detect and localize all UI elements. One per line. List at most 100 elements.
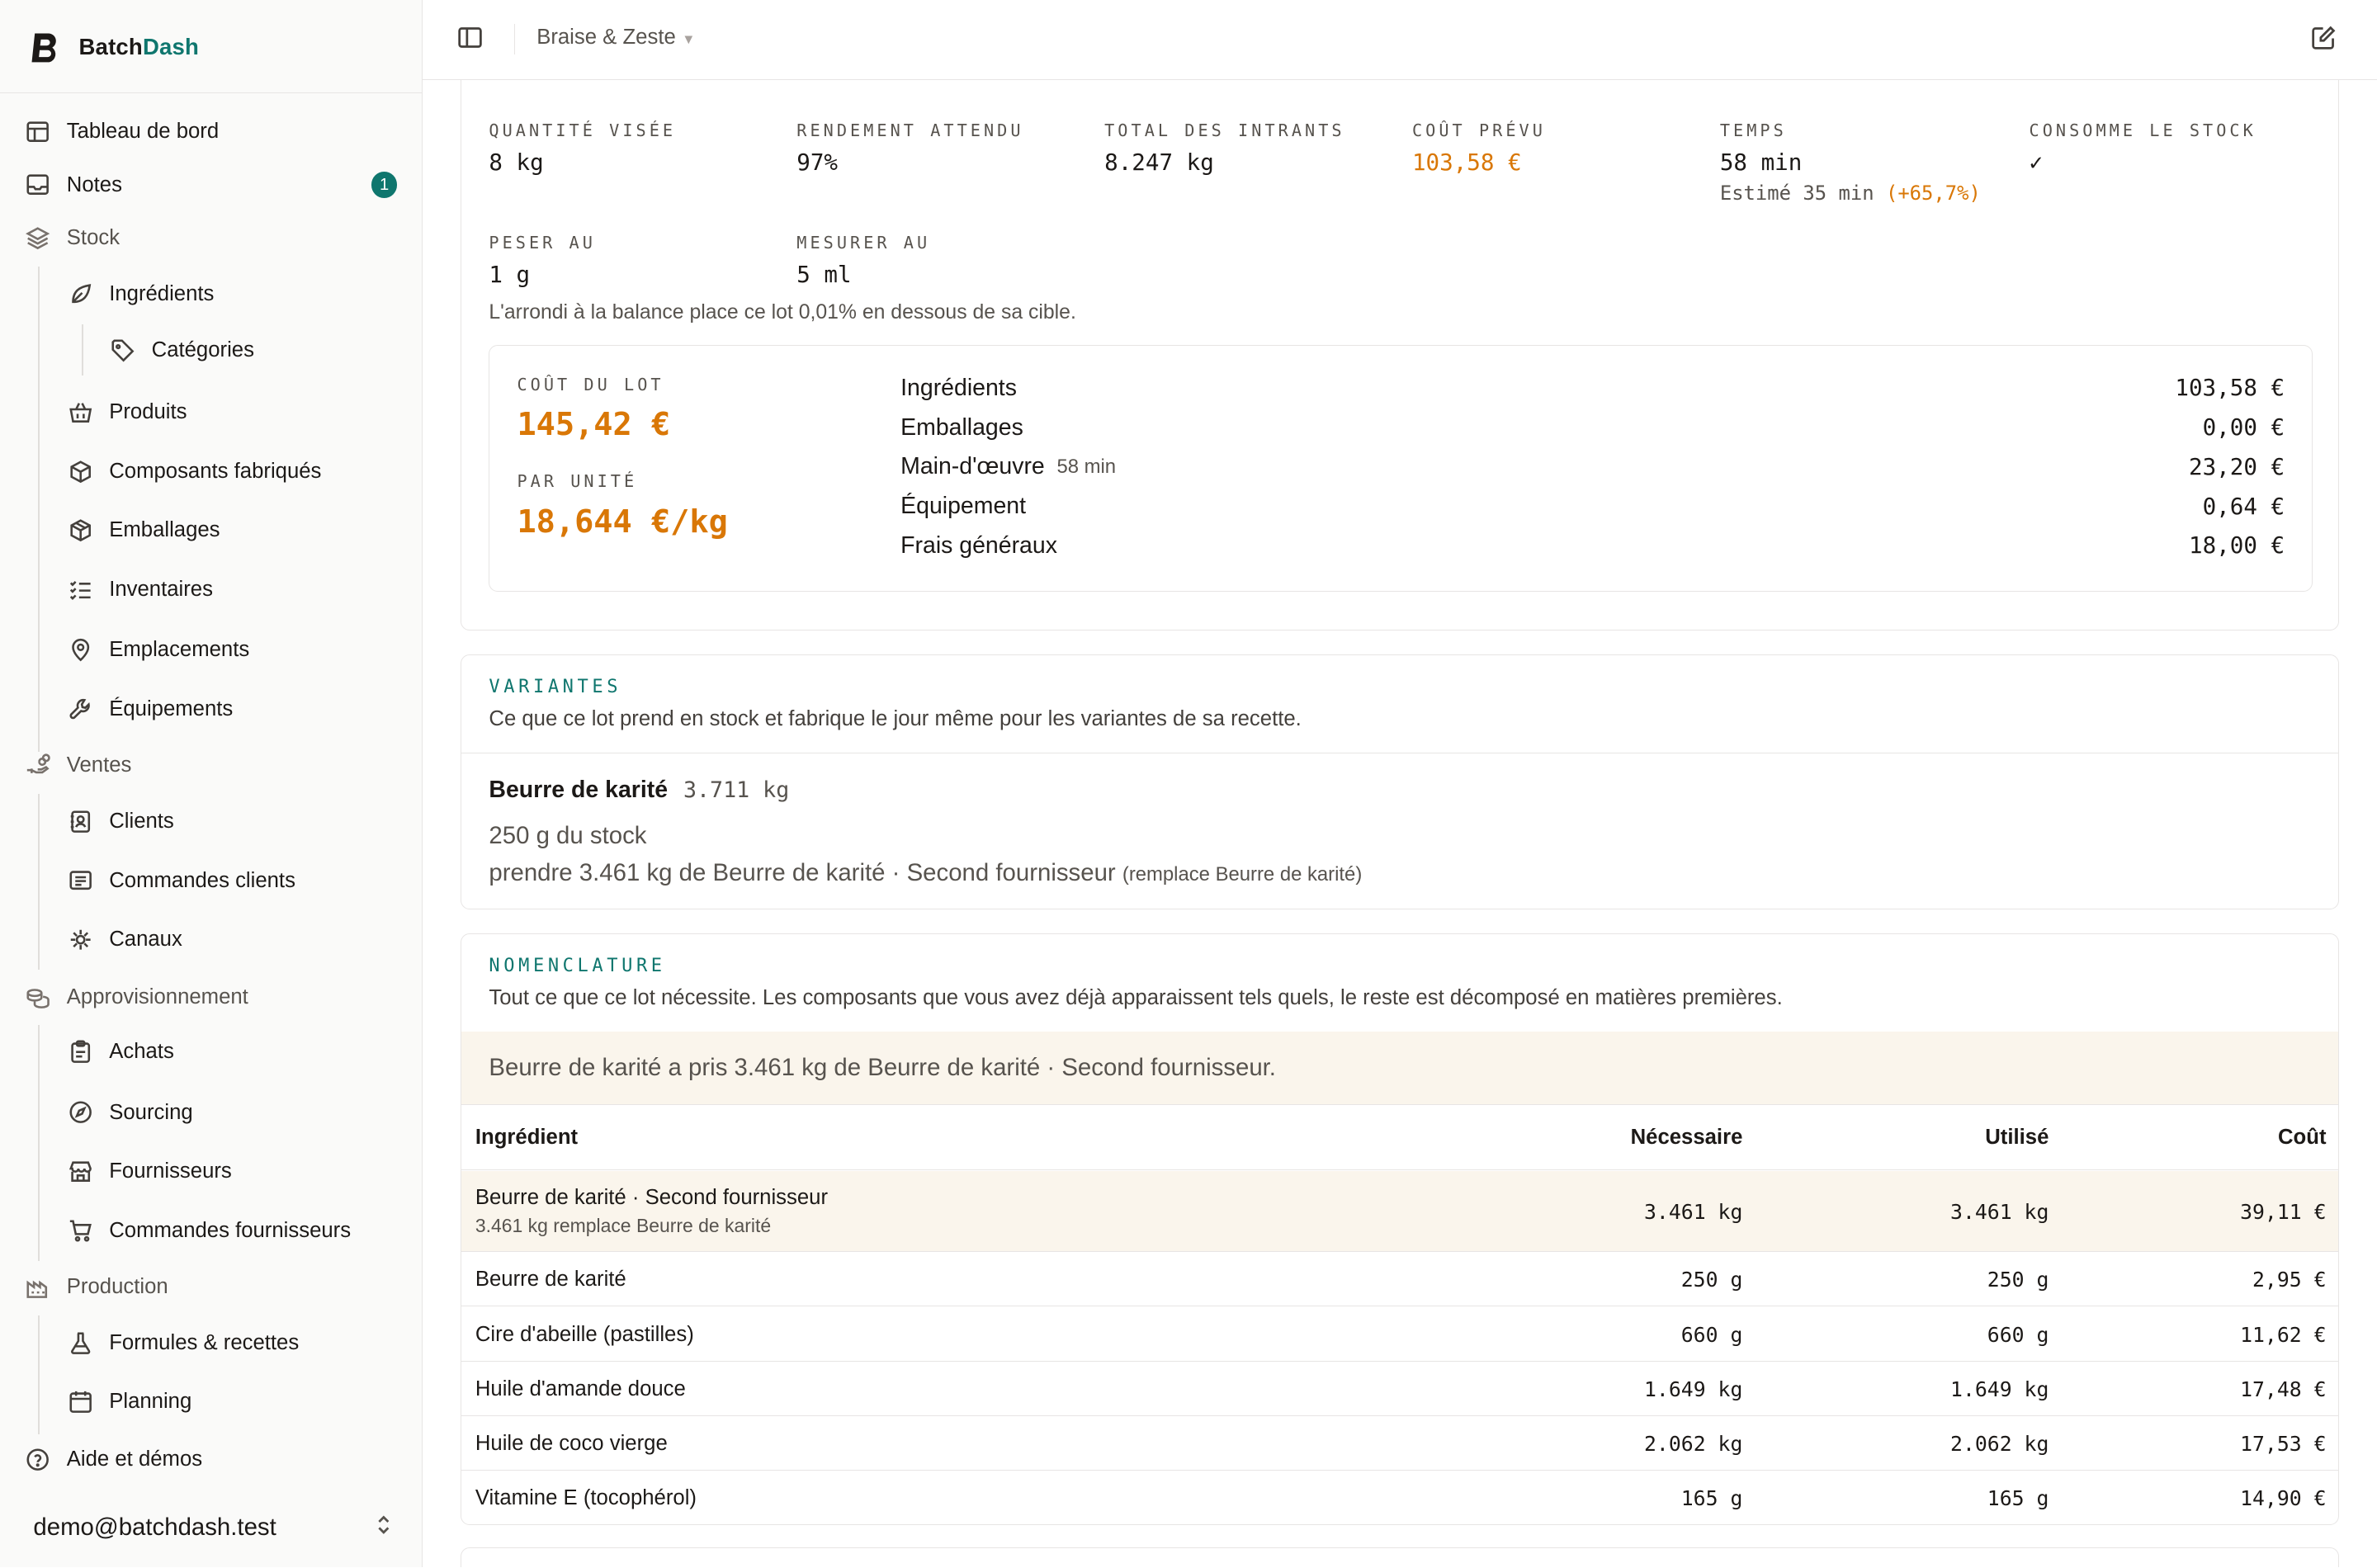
sidebar-item-sourcing[interactable]: Sourcing — [67, 1090, 397, 1136]
sidebar-item-fournisseurs[interactable]: Fournisseurs — [67, 1149, 397, 1194]
sidebar-item-label: Produits — [109, 400, 187, 424]
sidebar-group-approvisionnement[interactable]: Approvisionnement — [24, 975, 397, 1020]
inbox-icon — [24, 172, 51, 199]
rounding-note: L'arrondi à la balance place ce lot 0,01… — [489, 300, 1076, 324]
sidebar-item-ingredients[interactable]: Ingrédients — [67, 272, 397, 317]
sidebar-item-formules-recettes[interactable]: Formules & recettes — [67, 1320, 397, 1366]
clipboard-icon — [67, 1038, 94, 1065]
ingredient-name: Beurre de karité · Second fournisseur — [475, 1186, 829, 1210]
sidebar-item-aide-demos[interactable]: Aide et démos — [24, 1437, 397, 1482]
brand-logo-icon — [31, 33, 56, 63]
sidebar-item-inventaires[interactable]: Inventaires — [67, 567, 397, 612]
cost-breakdown-box: COÛT DU LOT 145,42 € PAR UNITÉ 18,644 €/… — [489, 344, 2313, 593]
needed-value: 1.649 kg — [1644, 1377, 1743, 1401]
table-row[interactable]: Vitamine E (tocophérol) 165 g 165 g 14,9… — [461, 1471, 2338, 1523]
cost-row-main-oeuvre: Main-d'œuvre 58 min 23,20 € — [900, 453, 2285, 480]
sidebar-item-commandes-fournisseurs[interactable]: Commandes fournisseurs — [67, 1208, 397, 1254]
brand-name: BatchDash — [78, 33, 200, 59]
used-value: 250 g — [1987, 1268, 2049, 1292]
used-value: 1.649 kg — [1950, 1377, 2049, 1401]
sidebar-item-label: Catégories — [151, 338, 254, 361]
cube-icon — [67, 458, 94, 485]
sidebar-item-canaux[interactable]: Canaux — [67, 917, 397, 962]
sidebar-item-tableau-de-bord[interactable]: Tableau de bord — [24, 109, 397, 154]
dashboard-icon — [24, 118, 51, 145]
map-pin-icon — [67, 636, 94, 664]
sidebar: BatchDash Tableau de bord Notes 1 Stock — [0, 0, 423, 1568]
table-row[interactable]: Beurre de karité 250 g 250 g 2,95 € — [461, 1253, 2339, 1307]
sidebar-item-categories[interactable]: Catégories — [109, 328, 397, 373]
factory-icon — [24, 1273, 51, 1301]
sidebar-item-label: Formules & recettes — [109, 1330, 300, 1354]
sidebar-toggle-icon[interactable] — [456, 24, 487, 54]
stat-rendement-attendu: RENDEMENT ATTENDU 97% — [796, 120, 1024, 177]
table-row[interactable]: Beurre de karité · Second fournisseur 3.… — [461, 1170, 2339, 1253]
sidebar-item-label: Notes — [66, 172, 122, 196]
variant-substitution-line: prendre 3.461 kg de Beurre de karité · S… — [489, 858, 1363, 886]
sidebar-item-label: Fournisseurs — [109, 1159, 232, 1183]
help-icon — [24, 1446, 51, 1473]
sidebar-item-label: Sourcing — [109, 1100, 193, 1124]
sidebar-item-clients[interactable]: Clients — [67, 799, 397, 844]
sidebar-group-ventes[interactable]: Ventes — [24, 743, 397, 788]
table-row[interactable]: Huile d'amande douce 1.649 kg 1.649 kg 1… — [461, 1362, 2339, 1416]
sidebar-item-composants-fabriques[interactable]: Composants fabriqués — [67, 449, 397, 494]
sidebar-group-production[interactable]: Production — [24, 1264, 397, 1310]
workspace-switcher[interactable]: Braise & Zeste ▼ — [536, 26, 695, 50]
cost-row-equipement: Équipement 0,64 € — [900, 493, 2285, 520]
calendar-icon — [67, 1388, 94, 1415]
user-email: demo@batchdash.test — [33, 1514, 276, 1542]
sidebar-item-label: Planning — [109, 1390, 192, 1414]
sidebar-group-stock[interactable]: Stock — [24, 215, 397, 261]
stat-mesurer-au: MESURER AU 5 ml — [796, 233, 931, 289]
cart-icon — [67, 1217, 94, 1244]
variantes-card: VARIANTES Ce que ce lot prend en stock e… — [461, 654, 2340, 910]
cost-value: 14,90 € — [2240, 1485, 2327, 1510]
substitution-notice: Beurre de karité a pris 3.461 kg de Beur… — [461, 1031, 2339, 1106]
table-row[interactable]: Huile de coco vierge 2.062 kg 2.062 kg 1… — [461, 1417, 2339, 1471]
table-row[interactable]: Cire d'abeille (pastilles) 660 g 660 g 1… — [461, 1307, 2339, 1362]
flask-icon — [67, 1329, 94, 1357]
stat-cout-prevu: COÛT PRÉVU 103,58 € — [1411, 120, 1546, 177]
main-content: QUANTITÉ VISÉE 8 kg RENDEMENT ATTENDU 97… — [423, 80, 2377, 1568]
used-value: 660 g — [1987, 1322, 2049, 1347]
compass-icon — [67, 1099, 94, 1126]
batch-cost-label: COÛT DU LOT — [517, 374, 664, 394]
user-menu[interactable]: demo@batchdash.test — [33, 1509, 394, 1548]
sidebar-item-label: Canaux — [109, 928, 182, 952]
col-necessaire[interactable]: Nécessaire — [1631, 1126, 1743, 1150]
sidebar-item-notes[interactable]: Notes 1 — [24, 163, 398, 208]
sidebar-item-emplacements[interactable]: Emplacements — [67, 627, 397, 673]
col-utilise[interactable]: Utilisé — [1985, 1126, 2049, 1150]
sidebar-item-emballages[interactable]: Emballages — [67, 508, 397, 553]
sidebar-item-commandes-clients[interactable]: Commandes clients — [67, 858, 397, 904]
nomenclature-title: NOMENCLATURE — [489, 956, 666, 977]
ingredient-name: Vitamine E (tocophérol) — [475, 1485, 697, 1509]
stat-consomme-stock: CONSOMME LE STOCK ✓ — [2029, 120, 2256, 177]
basket-icon — [67, 399, 94, 426]
package-icon — [67, 517, 94, 544]
sidebar-item-planning[interactable]: Planning — [67, 1379, 397, 1424]
sidebar-item-label: Ingrédients — [109, 281, 215, 305]
coins-icon — [24, 984, 51, 1011]
sidebar-item-label: Ventes — [66, 753, 132, 777]
chevron-up-down-icon — [373, 1513, 395, 1543]
sidebar-item-equipements[interactable]: Équipements — [67, 687, 397, 732]
checklist-icon — [67, 576, 94, 603]
sidebar-item-produits[interactable]: Produits — [67, 390, 397, 435]
sidebar-item-label: Commandes fournisseurs — [109, 1218, 352, 1242]
variantes-title: VARIANTES — [489, 677, 622, 698]
unit-cost-value: 18,644 €/kg — [517, 503, 728, 541]
needed-value: 660 g — [1680, 1322, 1743, 1347]
needed-value: 2.062 kg — [1644, 1431, 1743, 1456]
sidebar-item-achats[interactable]: Achats — [67, 1029, 397, 1074]
cost-row-emballages: Emballages 0,00 € — [900, 413, 2285, 442]
brand[interactable]: BatchDash — [27, 27, 199, 67]
col-cout[interactable]: Coût — [2278, 1126, 2327, 1150]
needed-value: 165 g — [1680, 1485, 1743, 1510]
edit-icon[interactable] — [2310, 24, 2341, 54]
cost-value: 17,48 € — [2240, 1377, 2327, 1401]
sidebar-item-label: Aide et démos — [66, 1448, 203, 1471]
variant-item: Beurre de karité 3.711 kg — [489, 777, 790, 804]
col-ingredient[interactable]: Ingrédient — [475, 1126, 578, 1150]
